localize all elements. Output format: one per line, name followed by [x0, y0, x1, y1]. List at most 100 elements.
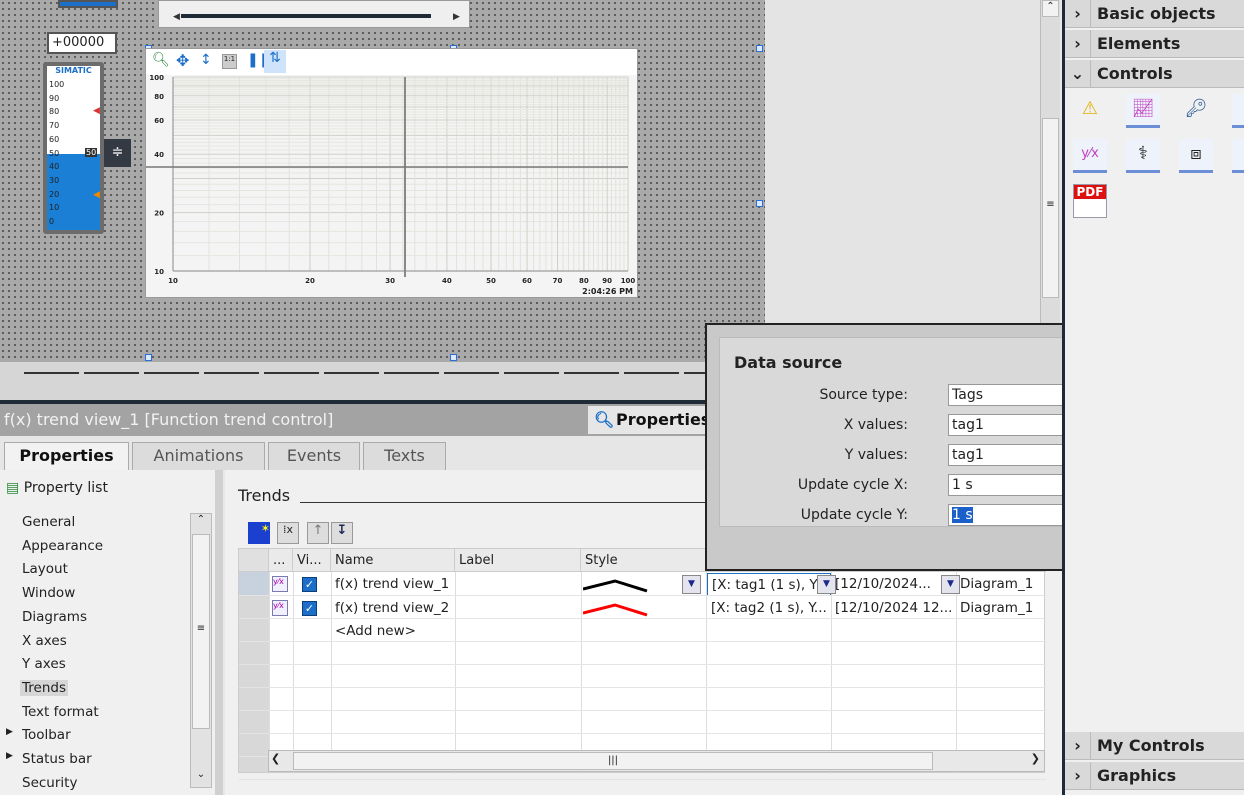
- add-trend-icon[interactable]: ✶: [248, 522, 270, 544]
- scroll-right-icon[interactable]: ▶: [453, 12, 460, 22]
- y-tick-label: 60: [154, 117, 164, 125]
- section-controls[interactable]: ⌄ Controls: [1065, 60, 1244, 88]
- trend-time[interactable]: [12/10/2024 12...: [831, 597, 955, 620]
- trend-diagram[interactable]: Diagram_1: [956, 597, 1046, 620]
- trend-label[interactable]: [455, 597, 581, 620]
- trend-source[interactable]: [X: tag1 (1 s), Y: [707, 573, 831, 596]
- trend-diagram[interactable]: Diagram_1: [956, 573, 1046, 596]
- trend-name[interactable]: f(x) trend view_1: [331, 573, 455, 596]
- scroll-up-icon[interactable]: ⌃: [1042, 0, 1059, 17]
- splitter[interactable]: [215, 470, 223, 795]
- recipe-view-icon[interactable]: [1232, 139, 1244, 173]
- section-basic-objects[interactable]: › Basic objects: [1065, 0, 1244, 28]
- add-new-row[interactable]: <Add new>: [331, 620, 416, 643]
- nav-item-security[interactable]: Security: [22, 775, 77, 791]
- table-horizontal-scrollbar[interactable]: ❮ ||| ❯: [268, 750, 1045, 772]
- zoom-y-icon[interactable]: ↕: [200, 52, 212, 68]
- alarm-view-icon[interactable]: ⚠: [1073, 94, 1107, 128]
- function-trend-icon[interactable]: y⁄x: [1073, 139, 1107, 173]
- trend-plot[interactable]: 100 80 60 40 20 10 10 20 30 40 50 60 70 80 90 100: [146, 75, 637, 297]
- nav-item-x-axes[interactable]: X axes: [22, 633, 67, 649]
- trend-view-icon[interactable]: 📈︎: [1126, 94, 1160, 128]
- dropdown-arrow-icon[interactable]: ▼: [941, 575, 960, 594]
- scrollbar-thumb[interactable]: ≡: [192, 534, 210, 729]
- scroll-down-icon[interactable]: ⌄: [191, 769, 211, 787]
- trend-style-swatch[interactable]: [583, 597, 683, 620]
- scrollbar-thumb[interactable]: [181, 14, 431, 18]
- section-elements[interactable]: › Elements: [1065, 30, 1244, 58]
- io-field[interactable]: +00000: [47, 32, 117, 54]
- function-trend-control[interactable]: 🔍︎ ✥ ↕ 1:1 ❚❚ ⇅ 100 80 60 40 20 10 10 20 30 40 50 6…: [145, 48, 638, 298]
- expand-arrow-icon[interactable]: ▶: [6, 727, 13, 737]
- nav-item-layout[interactable]: Layout: [22, 561, 68, 577]
- selection-handle[interactable]: [756, 45, 763, 52]
- nav-item-diagrams[interactable]: Diagrams: [22, 609, 87, 625]
- selection-handle[interactable]: [450, 354, 457, 361]
- dropdown-arrow-icon[interactable]: ▼: [817, 575, 836, 594]
- delete-trend-icon[interactable]: ⁞x: [277, 522, 299, 544]
- original-view-icon[interactable]: 1:1: [222, 54, 237, 69]
- user-view-icon[interactable]: 🔑︎: [1179, 94, 1213, 128]
- column-header-visible[interactable]: Vi...: [293, 549, 331, 572]
- tab-texts[interactable]: Texts: [363, 442, 446, 470]
- tab-animations[interactable]: Animations: [132, 442, 265, 470]
- table-row[interactable]: y⁄x ✓ f(x) trend view_1 [X: tag1 (1 s), Y [1…: [269, 573, 1046, 596]
- editor-vertical-scrollbar[interactable]: ⌃ ≡: [1040, 0, 1060, 325]
- nav-item-appearance[interactable]: Appearance: [22, 538, 103, 554]
- tab-events[interactable]: Events: [268, 442, 360, 470]
- ruler-icon[interactable]: ⇅: [264, 50, 286, 73]
- scrollbar-thumb[interactable]: |||: [293, 752, 933, 770]
- move-down-icon[interactable]: ↧: [331, 522, 353, 544]
- nav-item-toolbar[interactable]: ▶ Toolbar: [6, 727, 71, 743]
- canvas-object-partial[interactable]: [58, 0, 118, 8]
- gauge-tick-label: 70: [49, 121, 60, 131]
- pdf-view-icon[interactable]: PDF: [1073, 184, 1107, 218]
- row-header-selected[interactable]: [239, 572, 269, 595]
- selection-handle[interactable]: [145, 354, 152, 361]
- scroll-right-icon[interactable]: ❯: [1031, 752, 1040, 765]
- column-header-label[interactable]: Label: [455, 549, 581, 572]
- nav-scrollbar[interactable]: ⌃ ≡ ⌄: [190, 513, 212, 788]
- visible-checkbox[interactable]: ✓: [302, 601, 317, 616]
- gauge-bar[interactable]: SIMATIC 100 90 80 70 60 50 40 30 20 10 0 50 ◀ ◀: [43, 62, 104, 234]
- move-up-icon[interactable]: ↑: [307, 522, 329, 544]
- diagnostics-icon[interactable]: ⚕: [1126, 139, 1160, 173]
- tab-properties[interactable]: Properties: [4, 442, 129, 472]
- canvas-segment: [324, 372, 379, 375]
- section-my-controls[interactable]: › My Controls: [1065, 732, 1244, 760]
- visible-checkbox[interactable]: ✓: [302, 577, 317, 592]
- selection-handle[interactable]: [756, 200, 763, 207]
- nav-item-general[interactable]: General: [22, 514, 75, 530]
- column-header-style[interactable]: Style: [581, 549, 706, 572]
- section-label: Controls: [1097, 64, 1173, 83]
- scroll-up-icon[interactable]: ⌃: [191, 514, 211, 532]
- expand-arrow-icon[interactable]: ▶: [6, 751, 13, 761]
- nav-item-status-bar[interactable]: ▶ Status bar: [6, 751, 92, 767]
- column-header-icon[interactable]: ...: [269, 549, 293, 572]
- plc-code-view-icon[interactable]: ⧈: [1179, 139, 1213, 173]
- pan-icon[interactable]: ✥: [176, 51, 189, 70]
- trends-table[interactable]: ... Vi... Name Label Style y⁄x ✓ f(x) tren…: [238, 548, 1046, 780]
- scroll-left-icon[interactable]: ❮: [271, 752, 280, 765]
- property-list-label: Property list: [23, 480, 108, 496]
- column-header-name[interactable]: Name: [331, 549, 455, 572]
- scrollbar-thumb[interactable]: ≡: [1042, 118, 1059, 298]
- html-browser-icon[interactable]: [1232, 94, 1244, 128]
- nav-item-window[interactable]: Window: [22, 585, 75, 601]
- properties-button[interactable]: 🔍︎ Properties: [588, 406, 710, 434]
- section-graphics[interactable]: › Graphics: [1065, 762, 1244, 790]
- trend-time[interactable]: [12/10/2024...: [831, 573, 955, 596]
- slider-handle-icon[interactable]: ≑: [104, 139, 131, 167]
- nav-item-trends[interactable]: Trends: [20, 679, 68, 696]
- nav-item-y-axes[interactable]: Y axes: [22, 656, 66, 672]
- table-row[interactable]: y⁄x ✓ f(x) trend view_2 [X: tag2 (1 s), Y..…: [269, 597, 1046, 620]
- trend-source[interactable]: [X: tag2 (1 s), Y...: [707, 597, 831, 620]
- trend-label[interactable]: [455, 573, 581, 596]
- canvas-table-control[interactable]: ◀ ▶: [158, 0, 470, 28]
- trend-style-swatch[interactable]: [583, 573, 683, 596]
- property-list-link[interactable]: ▤ Property list: [6, 480, 108, 496]
- nav-item-text-format[interactable]: Text format: [22, 704, 99, 720]
- trend-name[interactable]: f(x) trend view_2: [331, 597, 455, 620]
- dropdown-arrow-icon[interactable]: ▼: [682, 575, 701, 594]
- zoom-icon[interactable]: 🔍︎: [152, 52, 170, 68]
